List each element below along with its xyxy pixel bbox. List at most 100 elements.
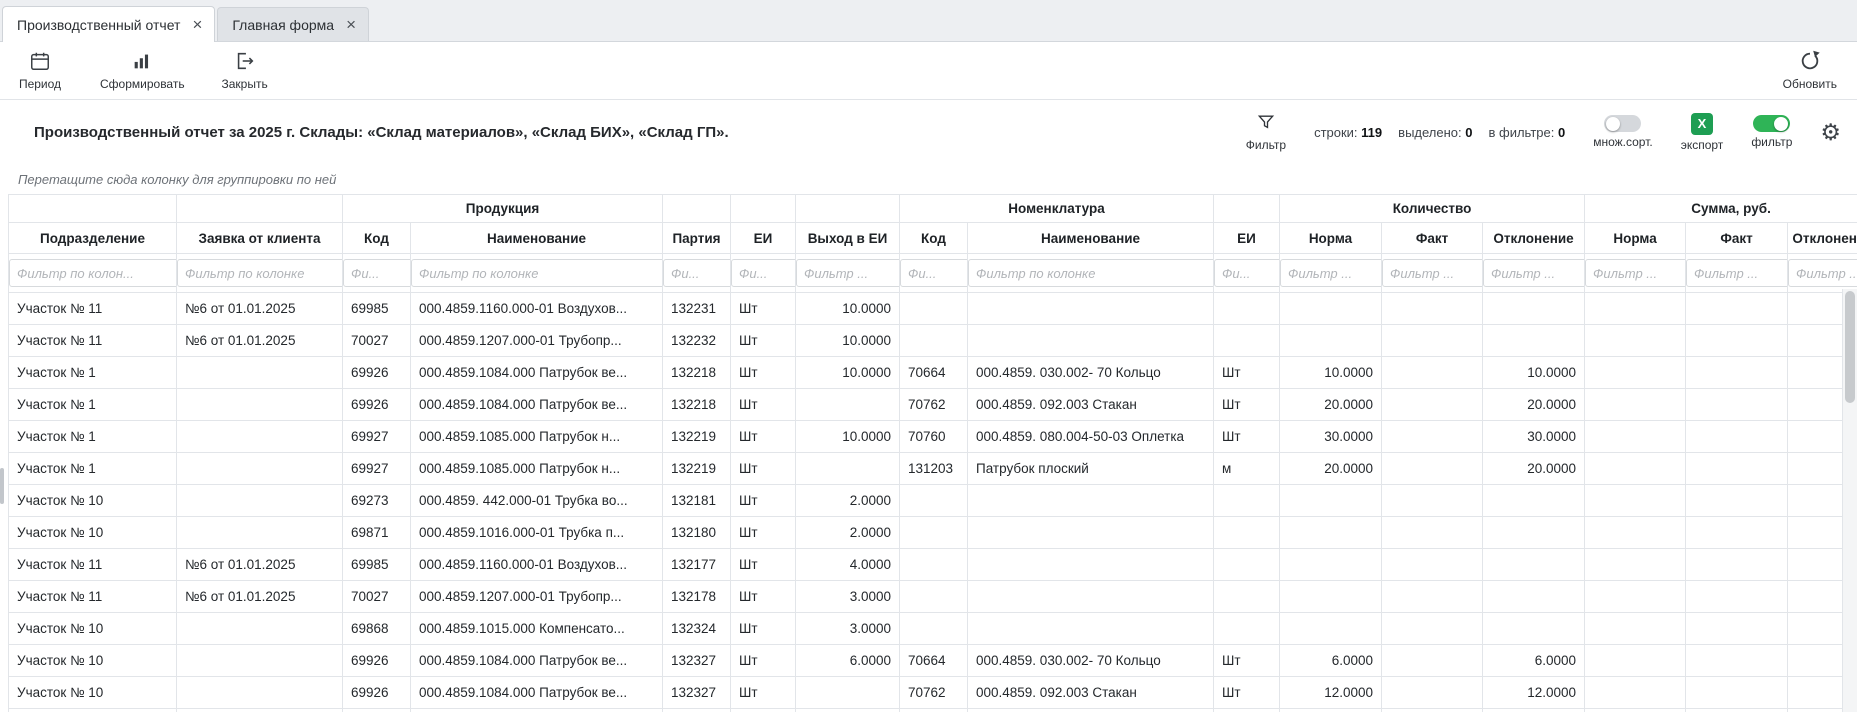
multi-sort-toggle[interactable]: множ.сорт. (1593, 115, 1653, 149)
generate-button[interactable]: Сформировать (100, 50, 185, 91)
cell: 10.0000 (796, 325, 900, 357)
toggle-switch-on-icon[interactable] (1753, 115, 1790, 132)
column-header[interactable]: Факт (1382, 223, 1483, 254)
column-header[interactable]: Выход в ЕИ (796, 223, 900, 254)
column-filter-input[interactable] (900, 259, 968, 287)
cell (1280, 325, 1382, 357)
cell (1483, 293, 1585, 325)
cell (1214, 613, 1280, 645)
table-row[interactable]: Участок № 169927000.4859.1085.000 Патруб… (9, 453, 1857, 485)
column-filter-input[interactable] (1214, 259, 1280, 287)
cell: 132324 (663, 613, 731, 645)
column-header[interactable]: Факт (1686, 223, 1788, 254)
filter-row (9, 254, 1857, 293)
column-filter-input[interactable] (9, 259, 177, 287)
table-row[interactable]: Участок № 1069871000.4859.1016.000-01 Тр… (9, 517, 1857, 549)
cell: 132327 (663, 677, 731, 709)
column-header[interactable]: Код (900, 223, 968, 254)
refresh-button[interactable]: Обновить (1783, 50, 1837, 91)
filter-cell (9, 254, 177, 293)
group-panel[interactable]: Перетащите сюда колонку для группировки … (0, 164, 1857, 194)
column-filter-input[interactable] (1585, 259, 1686, 287)
filter-toggle[interactable]: фильтр (1751, 115, 1792, 149)
toggle-switch-off-icon[interactable] (1604, 115, 1641, 132)
column-filter-input[interactable] (663, 259, 731, 287)
column-header[interactable]: Наименование (968, 223, 1214, 254)
column-filter-input[interactable] (1280, 259, 1382, 287)
table-row[interactable]: Участок № 1069868000.4859.1015.000 Компе… (9, 613, 1857, 645)
column-filter-input[interactable] (343, 259, 411, 287)
left-splitter-handle[interactable] (0, 468, 4, 504)
stat-selected-label: выделено: (1398, 125, 1461, 140)
close-button[interactable]: Закрыть (221, 50, 269, 91)
cell (177, 709, 343, 712)
cell: 3.0000 (796, 581, 900, 613)
cell (968, 325, 1214, 357)
table-row[interactable]: Участок № 1069926000.4859.1084.000 Патру… (9, 677, 1857, 709)
column-filter-input[interactable] (1382, 259, 1483, 287)
cell (177, 485, 343, 517)
cell: 10.0000 (1483, 357, 1585, 389)
excel-icon: X (1691, 113, 1713, 135)
filter-cell (796, 254, 900, 293)
table-row[interactable]: Участок № 1069927000.4859.1085.000 Патру… (9, 709, 1857, 712)
column-header[interactable]: ЕИ (1214, 223, 1280, 254)
column-filter-input[interactable] (1686, 259, 1788, 287)
table-row[interactable]: Участок № 169926000.4859.1084.000 Патруб… (9, 389, 1857, 421)
column-header[interactable]: Отклонение (1788, 223, 1857, 254)
cell (1214, 581, 1280, 613)
column-filter-input[interactable] (1483, 259, 1585, 287)
period-button[interactable]: Период (16, 50, 64, 91)
table-row[interactable]: Участок № 1069273000.4859. 442.000-01 Тр… (9, 485, 1857, 517)
column-filter-input[interactable] (411, 259, 663, 287)
column-filter-input[interactable] (177, 259, 343, 287)
grid-stats: строки: 119 выделено: 0 в фильтре: 0 (1314, 125, 1565, 140)
cell: Шт (1214, 645, 1280, 677)
settings-gear-icon[interactable] (1820, 121, 1841, 144)
table-row[interactable]: Участок № 11№6 от 01.01.202569985000.485… (9, 549, 1857, 581)
tab-close-icon[interactable] (192, 16, 202, 33)
column-header[interactable]: Подразделение (9, 223, 177, 254)
column-filter-input[interactable] (731, 259, 796, 287)
cell: Патрубок плоский (968, 453, 1214, 485)
tab-close-icon[interactable] (346, 16, 356, 33)
column-filter-input[interactable] (796, 259, 900, 287)
cell (177, 517, 343, 549)
export-button[interactable]: X экспорт (1681, 113, 1724, 152)
column-header[interactable]: Отклонение (1483, 223, 1585, 254)
vertical-scrollbar[interactable] (1842, 289, 1857, 712)
table-row[interactable]: Участок № 11№6 от 01.01.202570027000.485… (9, 581, 1857, 613)
cell: 132218 (663, 389, 731, 421)
column-header[interactable]: Норма (1585, 223, 1686, 254)
column-header[interactable]: Наименование (411, 223, 663, 254)
cell (1585, 549, 1686, 581)
column-header[interactable]: Партия (663, 223, 731, 254)
table-row[interactable]: Участок № 169926000.4859.1084.000 Патруб… (9, 357, 1857, 389)
cell: 70027 (343, 581, 411, 613)
cell: 69926 (343, 357, 411, 389)
cell: 000.4859.1085.000 Патрубок н... (411, 453, 663, 485)
scrollbar-thumb[interactable] (1845, 291, 1855, 403)
filter-panel-button[interactable]: Фильтр (1246, 112, 1286, 152)
column-header[interactable]: Заявка от клиента (177, 223, 343, 254)
column-filter-input[interactable] (1788, 259, 1857, 287)
table-row[interactable]: Участок № 169927000.4859.1085.000 Патруб… (9, 421, 1857, 453)
column-header[interactable]: Норма (1280, 223, 1382, 254)
cell: 69273 (343, 485, 411, 517)
cell: Участок № 11 (9, 549, 177, 581)
grid-table: ПродукцияНоменклатураКоличествоСумма, ру… (8, 194, 1857, 712)
table-row[interactable]: Участок № 11№6 от 01.01.202570027000.485… (9, 325, 1857, 357)
cell (177, 613, 343, 645)
column-filter-input[interactable] (968, 259, 1214, 287)
tab-main-form[interactable]: Главная форма (217, 7, 369, 41)
cell: 69868 (343, 613, 411, 645)
column-header[interactable]: Код (343, 223, 411, 254)
calendar-icon (29, 50, 51, 75)
table-row[interactable]: Участок № 11№6 от 01.01.202569985000.485… (9, 293, 1857, 325)
table-row[interactable]: Участок № 1069926000.4859.1084.000 Патру… (9, 645, 1857, 677)
tab-production-report[interactable]: Производственный отчет (2, 6, 215, 42)
cell (900, 293, 968, 325)
column-header[interactable]: ЕИ (731, 223, 796, 254)
cell (1382, 293, 1483, 325)
cell (1686, 453, 1788, 485)
